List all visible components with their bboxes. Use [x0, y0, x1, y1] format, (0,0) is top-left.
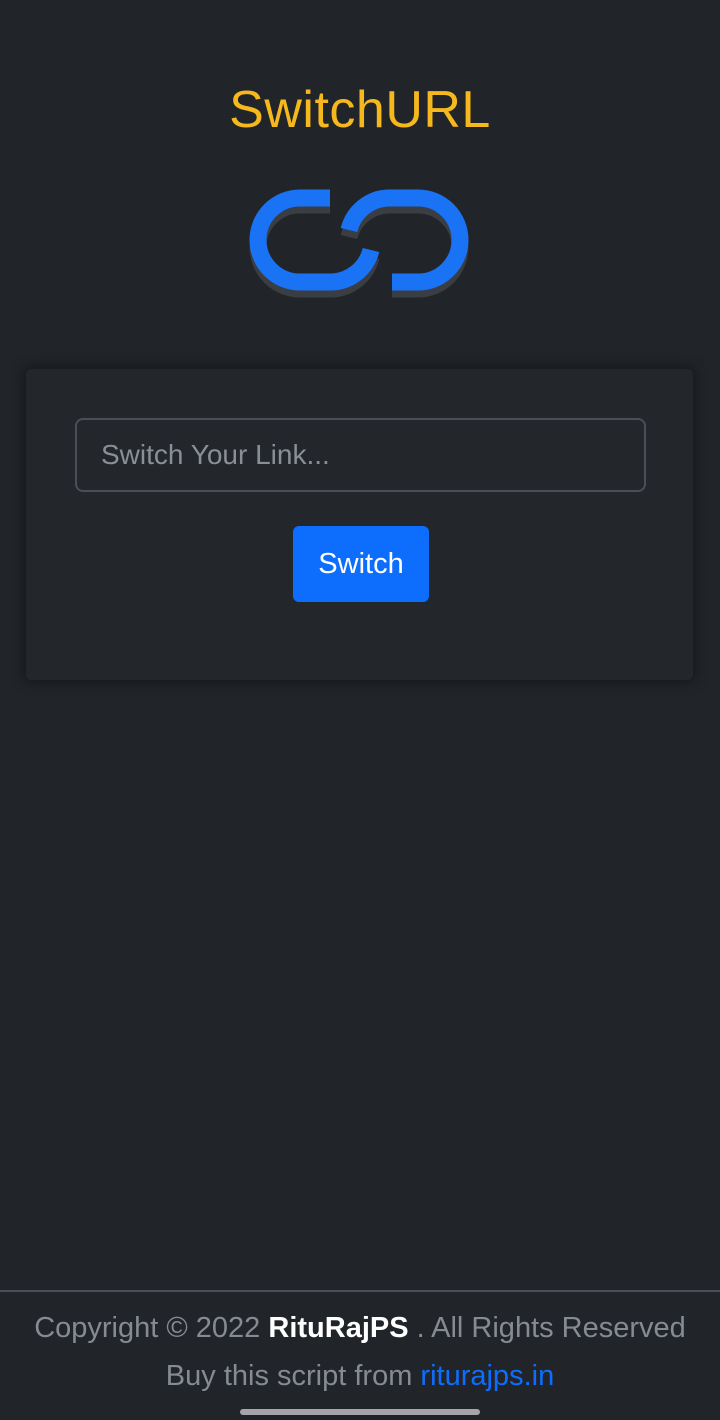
copyright-line: Copyright © 2022 RituRajPS . All Rights … — [0, 1312, 720, 1345]
brand-name: RituRajPS — [268, 1312, 409, 1344]
home-indicator[interactable] — [240, 1409, 480, 1415]
copyright-suffix: . All Rights Reserved — [416, 1312, 686, 1344]
footer-divider — [0, 1290, 720, 1292]
switch-button[interactable]: Switch — [293, 526, 429, 602]
link-input[interactable] — [75, 418, 646, 492]
buy-script-line: Buy this script from riturajps.in — [0, 1360, 720, 1393]
buy-text: Buy this script from — [165, 1360, 413, 1392]
site-link[interactable]: riturajps.in — [420, 1360, 554, 1392]
switch-form-card: Switch — [25, 368, 694, 681]
link-chain-icon — [240, 180, 480, 305]
copyright-prefix: Copyright © 2022 — [34, 1312, 261, 1344]
app-title: SwitchURL — [229, 81, 491, 139]
